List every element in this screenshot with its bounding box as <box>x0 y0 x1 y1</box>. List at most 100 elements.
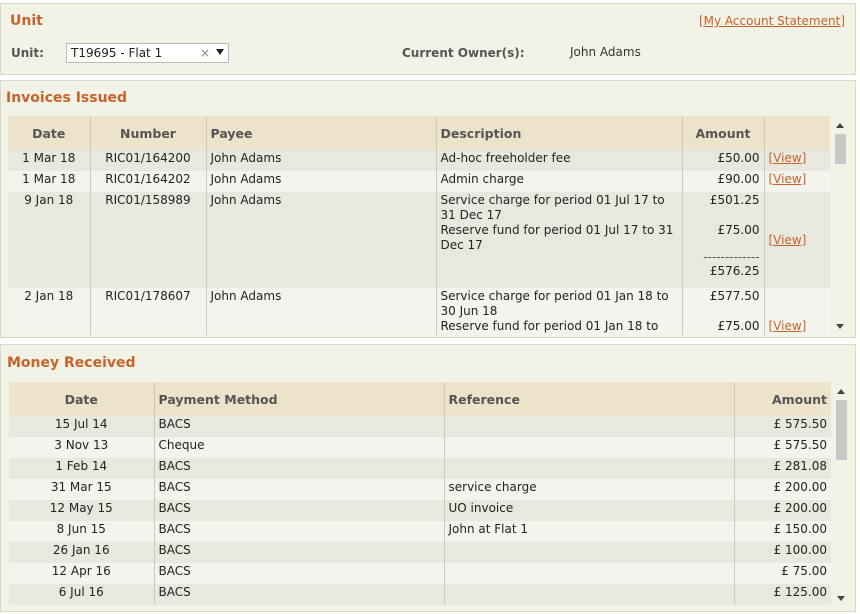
money-amount: £ 281.08 <box>733 458 831 479</box>
money-received-title: Money Received <box>7 355 136 371</box>
money-method: BACS <box>153 500 444 521</box>
view-invoice-link[interactable]: [View] <box>769 151 807 165</box>
col-payment-method[interactable]: Payment Method <box>153 382 444 416</box>
invoices-header-row: Date Number Payee Description Amount <box>8 116 830 150</box>
money-amount: £ 575.50 <box>733 437 831 458</box>
money-amount: £ 125.00 <box>733 584 831 605</box>
invoice-number: RIC01/178607 <box>89 288 206 335</box>
view-invoice-link[interactable]: [View] <box>769 319 807 333</box>
money-date: 1 Feb 14 <box>9 458 154 479</box>
invoice-date: 1 Mar 18 <box>8 150 90 171</box>
invoice-description: Service charge for period 01 Jan 18 to 3… <box>440 289 669 318</box>
money-header-row: Date Payment Method Reference Amount <box>9 382 831 416</box>
view-invoice-link[interactable]: [View] <box>769 233 807 247</box>
invoice-row: 1 Mar 18 RIC01/164202 John Adams Admin c… <box>8 171 830 192</box>
invoice-amount: £501.25 <box>709 193 760 207</box>
money-date: 12 May 15 <box>9 500 154 521</box>
money-date: 26 Jan 16 <box>9 542 154 563</box>
money-table: Date Payment Method Reference Amount 15 … <box>9 382 831 605</box>
unit-select-value: T19695 - Flat 1 <box>71 46 163 60</box>
money-method: BACS <box>153 563 444 584</box>
scroll-thumb[interactable] <box>836 400 847 460</box>
money-date: 31 Mar 15 <box>9 479 154 500</box>
money-reference <box>443 458 734 479</box>
invoice-payee: John Adams <box>205 150 436 171</box>
money-row: 31 Mar 15 BACS service charge £ 200.00 <box>9 479 831 500</box>
money-row: 8 Jun 15 BACS John at Flat 1 £ 150.00 <box>9 521 831 542</box>
money-amount: £ 75.00 <box>733 563 831 584</box>
invoice-payee: John Adams <box>205 192 436 288</box>
col-reference[interactable]: Reference <box>443 382 734 416</box>
invoice-payee: John Adams <box>205 288 436 335</box>
col-date[interactable]: Date <box>8 116 90 150</box>
money-scrollbar[interactable] <box>834 383 848 607</box>
my-account-statement-link[interactable]: [My Account Statement] <box>699 14 845 28</box>
invoice-date: 2 Jan 18 <box>8 288 90 335</box>
invoice-number: RIC01/164202 <box>89 171 206 192</box>
money-reference <box>443 437 734 458</box>
money-reference: John at Flat 1 <box>443 521 734 542</box>
money-date: 3 Nov 13 <box>9 437 154 458</box>
money-method: BACS <box>153 584 444 605</box>
money-row: 12 Apr 16 BACS £ 75.00 <box>9 563 831 584</box>
scroll-up-icon[interactable] <box>836 123 844 128</box>
invoice-date: 9 Jan 18 <box>8 192 90 288</box>
col-date[interactable]: Date <box>9 382 154 416</box>
invoice-total: £576.25 <box>709 264 760 278</box>
money-received-panel: Money Received Date Payment Method Refer… <box>0 344 856 612</box>
view-invoice-link[interactable]: [View] <box>769 172 807 186</box>
invoice-row: 1 Mar 18 RIC01/164200 John Adams Ad-hoc … <box>8 150 830 171</box>
money-date: 12 Apr 16 <box>9 563 154 584</box>
money-method: BACS <box>153 521 444 542</box>
money-method: BACS <box>153 458 444 479</box>
money-reference <box>443 542 734 563</box>
scroll-thumb[interactable] <box>835 134 846 164</box>
money-row: 15 Jul 14 BACS £ 575.50 <box>9 416 831 437</box>
money-reference: service charge <box>443 479 734 500</box>
unit-panel: Unit [My Account Statement] Unit: T19695… <box>0 3 856 75</box>
col-payee[interactable]: Payee <box>205 116 436 150</box>
invoice-payee: John Adams <box>205 171 436 192</box>
invoice-description: Service charge for period 01 Jul 17 to 3… <box>440 193 665 222</box>
unit-select[interactable]: T19695 - Flat 1 × <box>66 43 229 63</box>
invoice-amount: £90.00 <box>681 171 764 192</box>
unit-label: Unit: <box>11 46 44 60</box>
money-amount: £ 200.00 <box>733 479 831 500</box>
col-amount[interactable]: Amount <box>681 116 764 150</box>
scroll-up-icon[interactable] <box>837 389 845 394</box>
money-amount: £ 200.00 <box>733 500 831 521</box>
money-row: 3 Nov 13 Cheque £ 575.50 <box>9 437 831 458</box>
invoice-number: RIC01/158989 <box>89 192 206 288</box>
money-date: 8 Jun 15 <box>9 521 154 542</box>
invoices-table: Date Number Payee Description Amount 1 M… <box>8 116 830 335</box>
invoices-panel: Invoices Issued Date Number Payee Descri… <box>0 80 856 338</box>
invoice-amount: £577.50 <box>709 289 760 303</box>
money-method: BACS <box>153 542 444 563</box>
money-method: BACS <box>153 416 444 437</box>
current-owner-value: John Adams <box>570 45 641 59</box>
invoices-title: Invoices Issued <box>6 90 128 106</box>
col-number[interactable]: Number <box>89 116 206 150</box>
invoice-description: Admin charge <box>435 171 682 192</box>
money-amount: £ 150.00 <box>733 521 831 542</box>
money-row: 1 Feb 14 BACS £ 281.08 <box>9 458 831 479</box>
money-row: 12 May 15 BACS UO invoice £ 200.00 <box>9 500 831 521</box>
money-amount: £ 100.00 <box>733 542 831 563</box>
money-method: BACS <box>153 479 444 500</box>
col-amount[interactable]: Amount <box>733 382 831 416</box>
scroll-down-icon[interactable] <box>837 596 845 601</box>
invoice-amount: £75.00 <box>717 319 760 333</box>
money-date: 6 Jul 16 <box>9 584 154 605</box>
chevron-down-icon[interactable] <box>216 49 224 55</box>
invoice-amount: £75.00 <box>717 223 760 237</box>
invoices-scrollbar[interactable] <box>833 117 847 335</box>
amount-separator: ------------- <box>703 250 760 264</box>
invoice-description: Reserve fund for period 01 Jan 18 to <box>440 319 659 333</box>
money-amount: £ 575.50 <box>733 416 831 437</box>
money-reference: UO invoice <box>443 500 734 521</box>
invoice-description: Ad-hoc freeholder fee <box>435 150 682 171</box>
money-grid: Date Payment Method Reference Amount 15 … <box>9 382 831 610</box>
scroll-down-icon[interactable] <box>836 324 844 329</box>
clear-icon[interactable]: × <box>200 46 210 60</box>
col-description[interactable]: Description <box>435 116 682 150</box>
